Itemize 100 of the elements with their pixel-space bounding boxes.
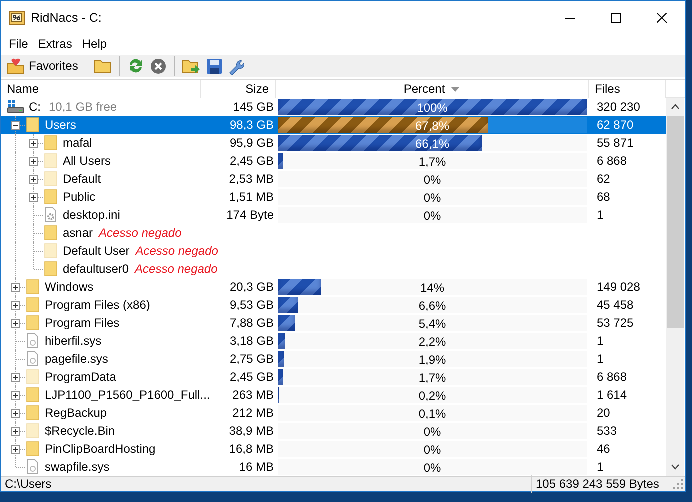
files-text: 149 028 [597, 280, 640, 294]
column-header[interactable]: Percent [276, 80, 589, 98]
status-total: 105 639 243 559 Bytes [531, 475, 673, 493]
percent-text: 0% [424, 172, 442, 189]
expand-icon[interactable] [11, 283, 20, 292]
tree-row[interactable]: pagefile.sys 2,75 GB 1,9% 1 [1, 350, 666, 368]
tree-row[interactable]: $Recycle.Bin 38,9 MB 0% 533 [1, 422, 666, 440]
tree-row[interactable]: defaultuser0 Acesso negado [1, 260, 666, 278]
expand-icon[interactable] [29, 175, 38, 184]
tree-row[interactable]: Program Files 7,88 GB 5,4% 53 725 [1, 314, 666, 332]
item-name: LJP1100_P1560_P1600_Full... [45, 387, 210, 404]
folder-icon [43, 153, 59, 169]
access-denied-text: Acesso negado [99, 225, 182, 242]
item-name: pagefile.sys [45, 351, 108, 368]
files-text: 1 [597, 460, 604, 474]
tree-row[interactable]: asnar Acesso negado [1, 224, 666, 242]
column-header[interactable]: Files [589, 80, 666, 98]
window-title: RidNacs - C: [31, 10, 103, 27]
tree-row[interactable]: PinClipBoardHosting 16,8 MB 0% 46 [1, 440, 666, 458]
tree-row[interactable]: All Users 2,45 GB 1,7% 6 868 [1, 152, 666, 170]
tree-row[interactable]: C: 10,1 GB free 145 GB 100% 320 230 [1, 98, 666, 116]
tree-row[interactable]: swapfile.sys 16 MB 0% 1 [1, 458, 666, 476]
tree-row[interactable]: LJP1100_P1560_P1600_Full... 263 MB 0,2% 1 614 [1, 386, 666, 404]
expand-icon[interactable] [11, 445, 20, 454]
wrench-icon[interactable] [228, 58, 246, 74]
files-text: 62 870 [597, 118, 634, 132]
tree-row[interactable]: hiberfil.sys 3,18 GB 2,2% 1 [1, 332, 666, 350]
size-text: 2,45 GB [230, 154, 274, 168]
percent-text: 6,6% [418, 298, 446, 315]
tree-row[interactable]: RegBackup 212 MB 0,1% 20 [1, 404, 666, 422]
access-denied-text: Acesso negado [135, 261, 218, 278]
stop-icon[interactable] [150, 58, 168, 74]
tree-row[interactable]: Default 2,53 MB 0% 62 [1, 170, 666, 188]
size-text: 16,8 MB [229, 442, 274, 456]
free-space-text: 10,1 GB free [49, 99, 118, 116]
expand-icon[interactable] [29, 193, 38, 202]
menu-item[interactable]: Extras [33, 35, 78, 53]
tree-row[interactable]: Windows 20,3 GB 14% 149 028 [1, 278, 666, 296]
tree-row[interactable]: Default User Acesso negado [1, 242, 666, 260]
item-name: mafal [63, 135, 92, 152]
folder-icon [25, 423, 41, 439]
folder-icon [25, 315, 41, 331]
item-name: Public [63, 189, 96, 206]
tree-row[interactable]: Program Files (x86) 9,53 GB 6,6% 45 458 [1, 296, 666, 314]
percent-text: 0% [424, 424, 442, 441]
size-text: 2,75 GB [230, 352, 274, 366]
file-icon [25, 333, 41, 349]
files-text: 62 [597, 172, 610, 186]
menu-item[interactable]: File [4, 35, 34, 53]
expand-icon[interactable] [11, 373, 20, 382]
folder-icon [43, 189, 59, 205]
percent-text: 0% [424, 208, 442, 225]
percent-text: 1,9% [418, 352, 446, 369]
percent-text: 1,7% [418, 154, 446, 171]
folder-icon[interactable] [94, 58, 112, 74]
column-header[interactable]: Name [1, 80, 201, 98]
favorites-button[interactable]: Favorites [7, 57, 78, 75]
item-name: ProgramData [45, 369, 116, 386]
item-name: Program Files [45, 315, 120, 332]
save-icon[interactable] [206, 58, 224, 74]
item-name: RegBackup [45, 405, 108, 422]
folder-icon [43, 135, 59, 151]
folder-icon [43, 261, 59, 277]
access-denied-text: Acesso negado [136, 243, 218, 260]
expand-icon[interactable] [11, 319, 20, 328]
files-text: 68 [597, 190, 610, 204]
folder-icon [43, 243, 59, 259]
expand-icon[interactable] [11, 301, 20, 310]
expand-icon[interactable] [29, 157, 38, 166]
collapse-icon[interactable] [11, 121, 20, 130]
maximize-icon[interactable] [611, 13, 621, 23]
close-icon[interactable] [657, 13, 667, 23]
scrollbar-thumb[interactable] [666, 116, 684, 328]
tree-row[interactable]: ProgramData 2,45 GB 1,7% 6 868 [1, 368, 666, 386]
expand-icon[interactable] [11, 409, 20, 418]
files-text: 55 871 [597, 136, 634, 150]
files-text: 53 725 [597, 316, 634, 330]
folder-arrow-icon[interactable] [182, 58, 202, 74]
size-text: 263 MB [232, 388, 274, 402]
folder-icon [25, 369, 41, 385]
tree-row[interactable]: Public 1,51 MB 0% 68 [1, 188, 666, 206]
percent-text: 0,2% [418, 388, 446, 405]
files-text: 1 614 [597, 388, 628, 402]
files-text: 1 [597, 334, 604, 348]
expand-icon[interactable] [29, 139, 38, 148]
expand-icon[interactable] [11, 391, 20, 400]
size-text: 2,53 MB [229, 172, 274, 186]
menu-item[interactable]: Help [77, 35, 112, 53]
column-header[interactable]: Size [201, 80, 276, 98]
tree-row[interactable]: desktop.ini 174 Byte 0% 1 [1, 206, 666, 224]
percent-text: 66,1% [415, 136, 450, 153]
file-icon [25, 459, 41, 475]
tree-row[interactable]: Users 98,3 GB 67,8% 62 870 [1, 116, 666, 134]
size-text: 212 MB [232, 406, 274, 420]
expand-icon[interactable] [11, 427, 20, 436]
tree-row[interactable]: mafal 95,9 GB 66,1% 55 871 [1, 134, 666, 152]
item-name: PinClipBoardHosting [45, 441, 156, 458]
folder-icon [25, 297, 41, 313]
size-grip-icon[interactable] [673, 479, 683, 489]
item-name: Program Files (x86) [45, 297, 150, 314]
